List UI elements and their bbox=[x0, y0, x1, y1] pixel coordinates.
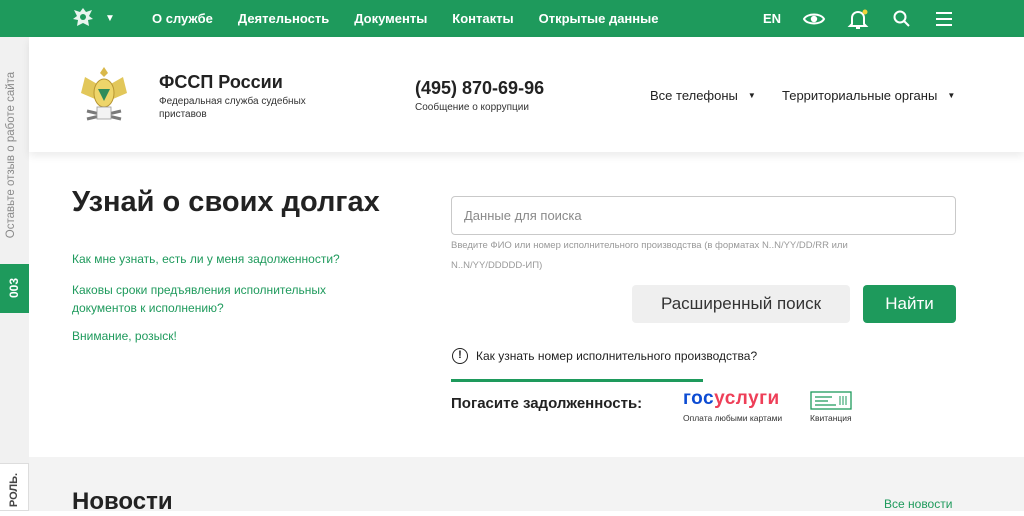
side-tab-rol-label: РОЛЬ. bbox=[8, 472, 20, 508]
link-check-debts[interactable]: Как мне узнать, есть ли у меня задолженн… bbox=[72, 250, 392, 268]
howto-label: Как узнать номер исполнительного произво… bbox=[476, 349, 758, 363]
nav-contacts[interactable]: Контакты bbox=[452, 11, 513, 26]
search-icon[interactable] bbox=[890, 7, 914, 31]
nav-documents[interactable]: Документы bbox=[354, 11, 427, 26]
phone-subtitle: Сообщение о коррупции bbox=[415, 102, 529, 113]
chevron-down-icon[interactable]: ▼ bbox=[105, 13, 115, 24]
language-switch[interactable]: EN bbox=[763, 11, 781, 26]
news-section bbox=[29, 457, 1024, 511]
howto-link[interactable]: ! Как узнать номер исполнительного произ… bbox=[452, 348, 757, 364]
gosuslugi-logo[interactable]: госуслуги bbox=[683, 388, 780, 410]
link-execution-terms[interactable]: Каковы сроки предъявления исполнительных… bbox=[72, 281, 352, 317]
menu-icon[interactable] bbox=[932, 7, 956, 31]
side-tab-rol[interactable]: РОЛЬ. bbox=[0, 463, 29, 511]
bell-icon[interactable] bbox=[846, 7, 870, 31]
all-news-link[interactable]: Все новости bbox=[884, 497, 952, 511]
nav-open-data[interactable]: Открытые данные bbox=[539, 11, 659, 26]
emblem-icon[interactable] bbox=[70, 5, 96, 31]
find-button[interactable]: Найти bbox=[863, 285, 956, 323]
all-phones-label: Все телефоны bbox=[650, 88, 738, 103]
advanced-search-button[interactable]: Расширенный поиск bbox=[632, 285, 850, 323]
search-input[interactable] bbox=[451, 196, 956, 235]
gosuslugi-logo-a: гос bbox=[683, 388, 715, 409]
eye-icon[interactable] bbox=[802, 7, 826, 31]
gosuslugi-logo-b: услуги bbox=[714, 388, 780, 409]
site-header: ФССП России Федеральная служба судебных … bbox=[29, 37, 1024, 152]
main-nav: О службе Деятельность Документы Контакты… bbox=[152, 0, 683, 37]
top-bar: ▼ О службе Деятельность Документы Контак… bbox=[0, 0, 1024, 37]
receipt-icon[interactable] bbox=[810, 391, 852, 410]
caret-down-icon: ▼ bbox=[747, 91, 756, 100]
territorial-dropdown[interactable]: Территориальные органы ▼ bbox=[782, 88, 955, 103]
gosuslugi-subtitle: Оплата любыми картами bbox=[683, 413, 783, 423]
info-icon: ! bbox=[452, 348, 468, 364]
nav-activity[interactable]: Деятельность bbox=[238, 11, 329, 26]
side-tab-003-label: 003 bbox=[7, 277, 21, 299]
search-hint: Введите ФИО или номер исполнительного пр… bbox=[451, 240, 848, 271]
territorial-label: Территориальные органы bbox=[782, 88, 938, 103]
caret-down-icon: ▼ bbox=[947, 91, 956, 100]
divider-line bbox=[451, 379, 703, 382]
page-title: Узнай о своих долгах bbox=[72, 186, 380, 218]
news-title: Новости bbox=[72, 488, 173, 515]
link-wanted[interactable]: Внимание, розыск! bbox=[72, 327, 372, 345]
org-subtitle: Федеральная служба судебных приставов bbox=[159, 96, 306, 120]
side-tab-003[interactable]: 003 bbox=[0, 264, 29, 313]
receipt-label[interactable]: Квитанция bbox=[810, 413, 852, 423]
feedback-link[interactable]: Оставьте отзыв о работе сайта bbox=[5, 45, 25, 265]
phone-number[interactable]: (495) 870-69-96 bbox=[415, 78, 544, 99]
nav-about[interactable]: О службе bbox=[152, 11, 213, 26]
pay-label: Погасите задолженность: bbox=[451, 395, 643, 412]
fssp-emblem-logo[interactable] bbox=[75, 63, 133, 127]
all-phones-dropdown[interactable]: Все телефоны ▼ bbox=[650, 88, 756, 103]
org-name[interactable]: ФССП России bbox=[159, 72, 283, 93]
